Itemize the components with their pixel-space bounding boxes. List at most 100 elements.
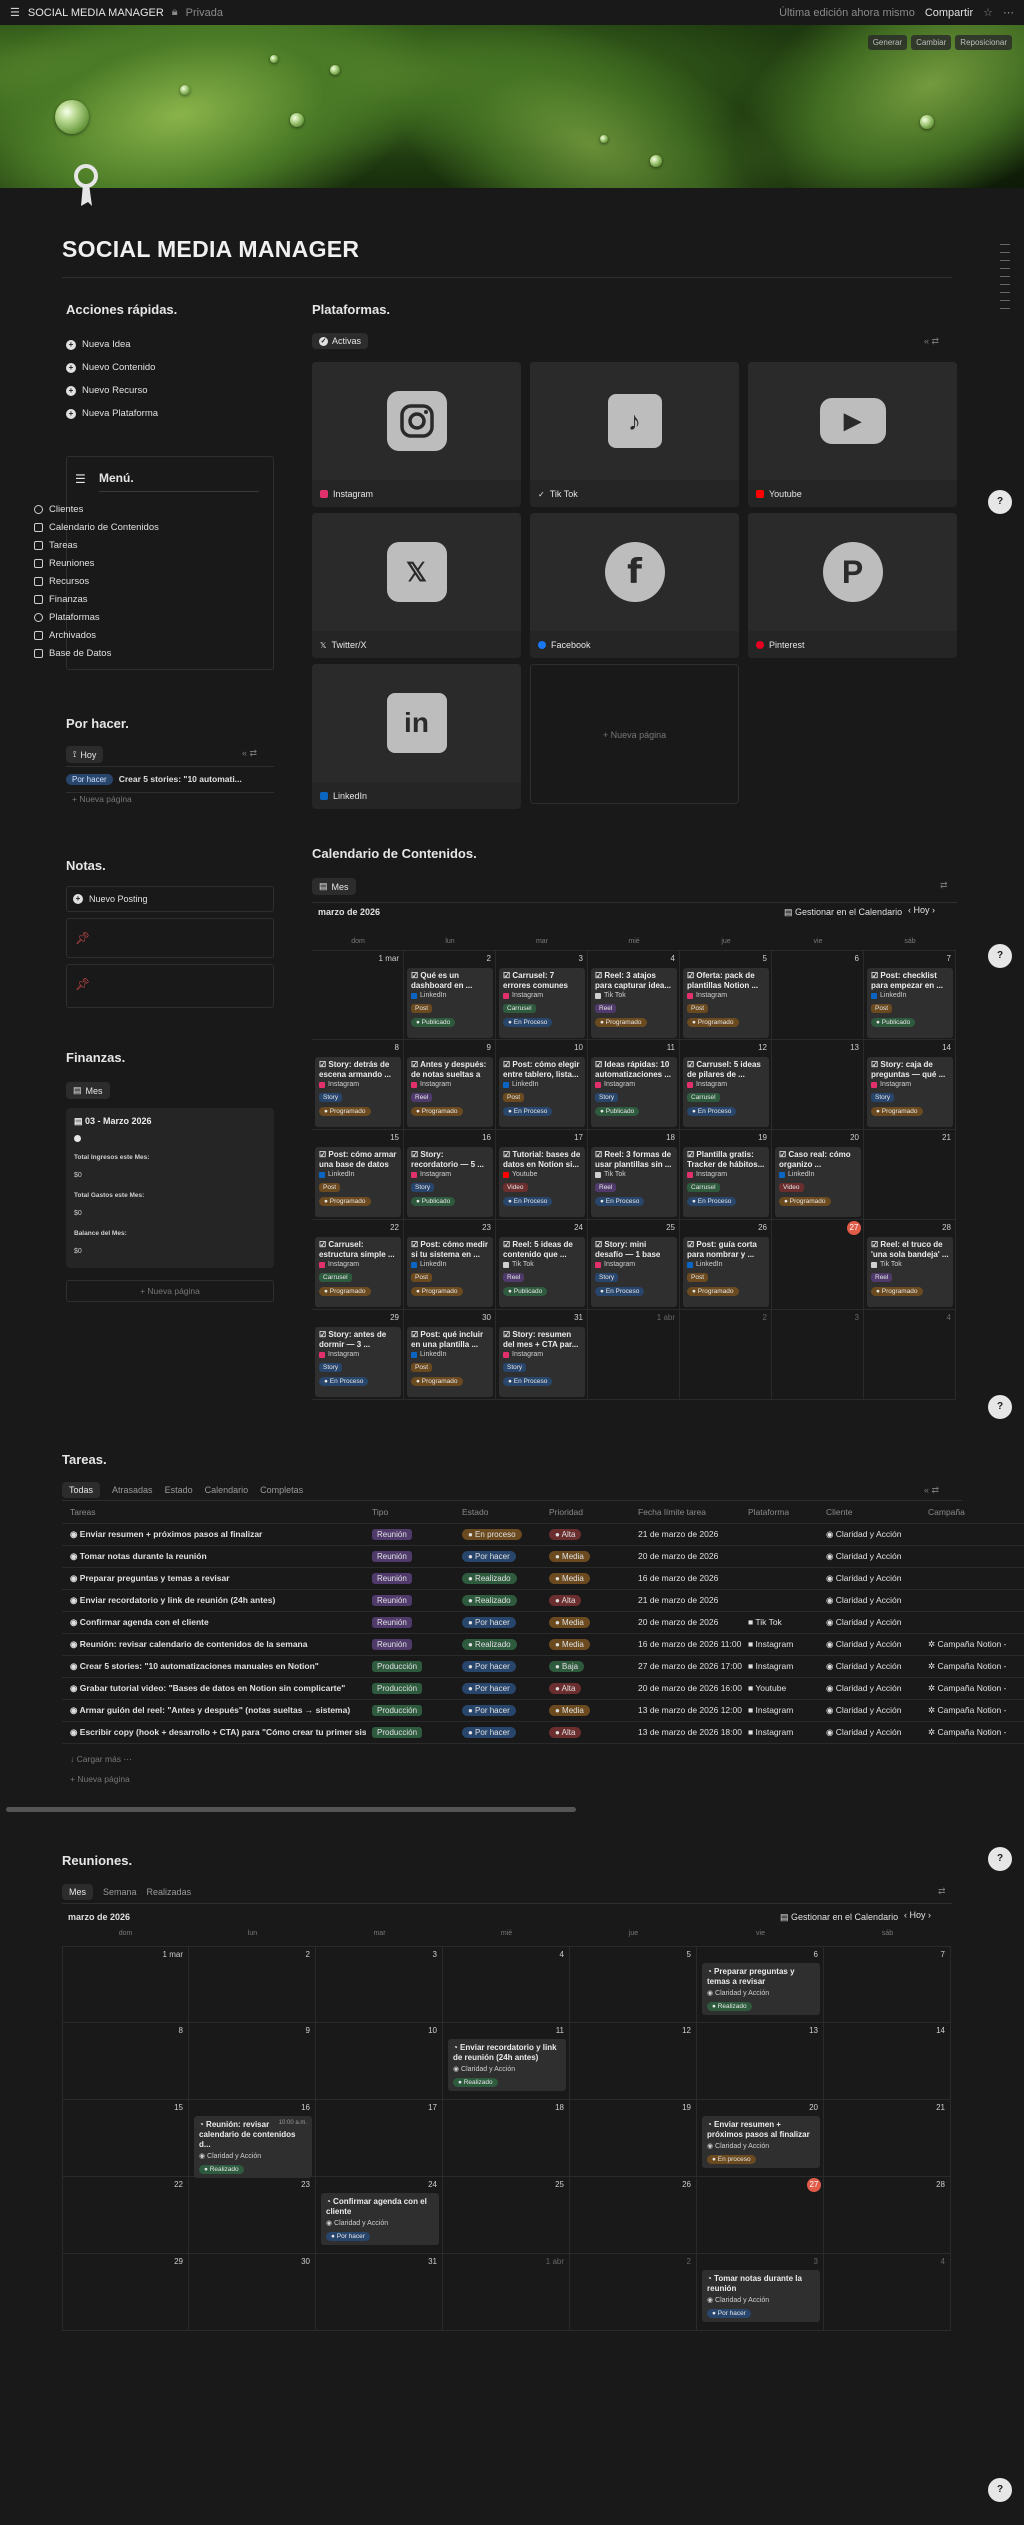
tasks-tab-2[interactable]: Estado: [165, 1485, 193, 1495]
calendar-day-cell[interactable]: 25 ☑ Story: mini desafío — 1 base d... Ins…: [588, 1220, 680, 1310]
task-title[interactable]: ◉ Preparar preguntas y temas a revisar: [70, 1573, 366, 1584]
new-platform-button[interactable]: + Nueva Plataforma: [66, 408, 158, 419]
column-header[interactable]: Tipo: [372, 1507, 388, 1517]
calendar-day-cell[interactable]: 18 ☑ Reel: 3 formas de usar plantillas si…: [588, 1130, 680, 1220]
calendar-day-cell[interactable]: 27: [697, 2177, 824, 2254]
task-title[interactable]: ◉ Confirmar agenda con el cliente: [70, 1617, 366, 1628]
content-event-card[interactable]: ☑ Carrusel: 5 ideas de pilares de ... Ins…: [683, 1057, 769, 1127]
calendar-day-cell[interactable]: 8: [62, 2023, 189, 2100]
calendar-day-cell[interactable]: 31 ☑ Story: resumen del mes + CTA par... I…: [496, 1310, 588, 1400]
task-title[interactable]: ◉ Enviar resumen + próximos pasos al fin…: [70, 1529, 366, 1540]
content-event-card[interactable]: ☑ Post: cómo elegir entre tablero, lista…: [499, 1057, 585, 1127]
calendar-day-cell[interactable]: 5: [570, 1946, 697, 2023]
calendar-day-cell[interactable]: 31: [316, 2254, 443, 2331]
calendar-day-cell[interactable]: 11 ◔ Enviar recordatorio y link de reunió…: [443, 2023, 570, 2100]
calendar-day-cell[interactable]: 23: [189, 2177, 316, 2254]
calendar-day-cell[interactable]: 1 mar: [62, 1946, 189, 2023]
calendar-day-cell[interactable]: 15: [62, 2100, 189, 2177]
calendar-day-cell[interactable]: 4 ☑ Reel: 3 atajos para capturar idea... T…: [588, 950, 680, 1040]
platform-card-tiktok[interactable]: ♪ ✓ Tik Tok: [530, 362, 739, 507]
calendar-day-cell[interactable]: 12: [570, 2023, 697, 2100]
calendar-day-cell[interactable]: 8 ☑ Story: detrás de escena armando ... In…: [312, 1040, 404, 1130]
platforms-view-tab[interactable]: ✓ Activas: [312, 333, 369, 349]
platform-card-youtube[interactable]: ▶ Youtube: [748, 362, 957, 507]
calendar-day-cell[interactable]: 7: [824, 1946, 951, 2023]
calendar-day-cell[interactable]: 26: [570, 2177, 697, 2254]
task-title[interactable]: ◉ Reunión: revisar calendario de conteni…: [70, 1639, 366, 1650]
calendar-settings[interactable]: ⇄: [940, 880, 948, 891]
calendar-day-cell[interactable]: 29 ☑ Story: antes de dormir — 3 ... Instag…: [312, 1310, 404, 1400]
calendar-day-cell[interactable]: 12 ☑ Carrusel: 5 ideas de pilares de ... I…: [680, 1040, 772, 1130]
new-posting-button[interactable]: + Nuevo Posting: [66, 886, 274, 912]
content-event-card[interactable]: ☑ Oferta: pack de plantillas Notion ... I…: [683, 968, 769, 1038]
calendar-day-cell[interactable]: 6: [772, 950, 864, 1040]
calendar-day-cell[interactable]: 13: [697, 2023, 824, 2100]
calendar-day-cell[interactable]: 18: [443, 2100, 570, 2177]
platform-card-instagram[interactable]: Instagram: [312, 362, 521, 507]
column-header[interactable]: Cliente: [826, 1507, 852, 1517]
calendar-day-cell[interactable]: 30: [189, 2254, 316, 2331]
meetings-tab-0[interactable]: Mes: [62, 1884, 94, 1900]
meetings-manage-button[interactable]: ▤ Gestionar en el Calendario: [780, 1912, 898, 1923]
content-event-card[interactable]: ☑ Story: antes de dormir — 3 ... Instagra…: [315, 1327, 401, 1397]
platform-card-facebook[interactable]: f Facebook: [530, 513, 739, 658]
menu-item-plataformas[interactable]: Plataformas: [34, 612, 100, 623]
table-row[interactable]: ◉ Enviar recordatorio y link de reunión …: [62, 1590, 1024, 1612]
calendar-day-cell[interactable]: 19: [570, 2100, 697, 2177]
new-idea-button[interactable]: + Nueva Idea: [66, 339, 131, 350]
table-row[interactable]: ◉ Preparar preguntas y temas a revisar Re…: [62, 1568, 1024, 1590]
calendar-day-cell[interactable]: 21: [864, 1130, 956, 1220]
platform-card-pinterest[interactable]: P Pinterest: [748, 513, 957, 658]
calendar-day-cell[interactable]: 7 ☑ Post: checklist para empezar en ... Li…: [864, 950, 956, 1040]
content-event-card[interactable]: ☑ Story: resumen del mes + CTA par... Ins…: [499, 1327, 585, 1397]
content-event-card[interactable]: ☑ Reel: el truco de 'una sola bandeja' .…: [867, 1237, 953, 1307]
platforms-new-page[interactable]: + Nueva página: [530, 664, 739, 804]
meetings-nav[interactable]: ‹ Hoy ›: [904, 1910, 931, 1920]
calendar-day-cell[interactable]: 2: [680, 1310, 772, 1400]
content-event-card[interactable]: ☑ Caso real: cómo organizo ... LinkedIn Vi…: [775, 1147, 861, 1217]
calendar-nav[interactable]: ‹ Hoy ›: [908, 905, 935, 915]
menu-item-reuniones[interactable]: Reuniones: [34, 558, 94, 569]
column-header[interactable]: Tareas: [70, 1507, 96, 1517]
calendar-view-tab[interactable]: ▤ Mes: [312, 878, 356, 895]
todo-view-tab[interactable]: ⟟ Hoy: [66, 746, 104, 763]
calendar-day-cell[interactable]: 16 ◔ Reunión: revisar calendario de conte…: [189, 2100, 316, 2178]
content-event-card[interactable]: ☑ Post: guía corta para nombrar y ... Lin…: [683, 1237, 769, 1307]
calendar-day-cell[interactable]: 9 ☑ Antes y después: de notas sueltas a .…: [404, 1040, 496, 1130]
meeting-event-card[interactable]: ◔ Reunión: revisar calendario de conteni…: [194, 2116, 312, 2178]
task-title[interactable]: ◉ Armar guión del reel: "Antes y después…: [70, 1705, 366, 1716]
assistant-button[interactable]: ?: [988, 2478, 1012, 2502]
meeting-event-card[interactable]: ◔ Preparar preguntas y temas a revisar ◉ …: [702, 1963, 820, 2015]
calendar-manage-button[interactable]: ▤ Gestionar en el Calendario: [784, 907, 902, 918]
calendar-day-cell[interactable]: 15 ☑ Post: cómo armar una base de datos .…: [312, 1130, 404, 1220]
calendar-day-cell[interactable]: 27: [772, 1220, 864, 1310]
calendar-day-cell[interactable]: 29: [62, 2254, 189, 2331]
calendar-day-cell[interactable]: 13: [772, 1040, 864, 1130]
table-row[interactable]: ◉ Enviar resumen + próximos pasos al fin…: [62, 1524, 1024, 1546]
content-event-card[interactable]: ☑ Reel: 3 formas de usar plantillas sin …: [591, 1147, 677, 1217]
load-more-button[interactable]: ↓ Cargar más ⋯: [70, 1754, 132, 1765]
page-breadcrumb[interactable]: SOCIAL MEDIA MANAGER: [28, 7, 164, 19]
platform-card-twitter[interactable]: 𝕏 𝕏 Twitter/X: [312, 513, 521, 658]
content-event-card[interactable]: ☑ Reel: 5 ideas de contenido que ... Tik …: [499, 1237, 585, 1307]
column-header[interactable]: Fecha límite tarea: [638, 1507, 706, 1517]
calendar-day-cell[interactable]: 9: [189, 2023, 316, 2100]
finance-new-page[interactable]: + Nueva página: [66, 1280, 274, 1302]
calendar-day-cell[interactable]: 1 abr: [588, 1310, 680, 1400]
column-header[interactable]: Estado: [462, 1507, 488, 1517]
page-icon[interactable]: [68, 164, 104, 208]
star-icon[interactable]: ☆: [983, 6, 993, 19]
platforms-controls[interactable]: « ⇄: [924, 336, 939, 347]
content-event-card[interactable]: ☑ Story: mini desafío — 1 base d... Insta…: [591, 1237, 677, 1307]
content-event-card[interactable]: ☑ Plantilla gratis: Tracker de hábitos..…: [683, 1147, 769, 1217]
menu-item-base-de-datos[interactable]: Base de Datos: [34, 648, 111, 659]
content-event-card[interactable]: ☑ Story: caja de preguntas — qué ... Inst…: [867, 1057, 953, 1127]
content-event-card[interactable]: ☑ Post: checklist para empezar en ... Lin…: [867, 968, 953, 1038]
content-event-card[interactable]: ☑ Reel: 3 atajos para capturar idea... Ti…: [591, 968, 677, 1038]
table-row[interactable]: ◉ Confirmar agenda con el cliente Reunión…: [62, 1612, 1024, 1634]
calendar-day-cell[interactable]: 11 ☑ Ideas rápidas: 10 automatizaciones .…: [588, 1040, 680, 1130]
calendar-day-cell[interactable]: 3: [316, 1946, 443, 2023]
table-row[interactable]: ◉ Grabar tutorial video: "Bases de datos…: [62, 1678, 1024, 1700]
content-event-card[interactable]: ☑ Tutorial: bases de datos en Notion si.…: [499, 1147, 585, 1217]
new-resource-button[interactable]: + Nuevo Recurso: [66, 385, 147, 396]
